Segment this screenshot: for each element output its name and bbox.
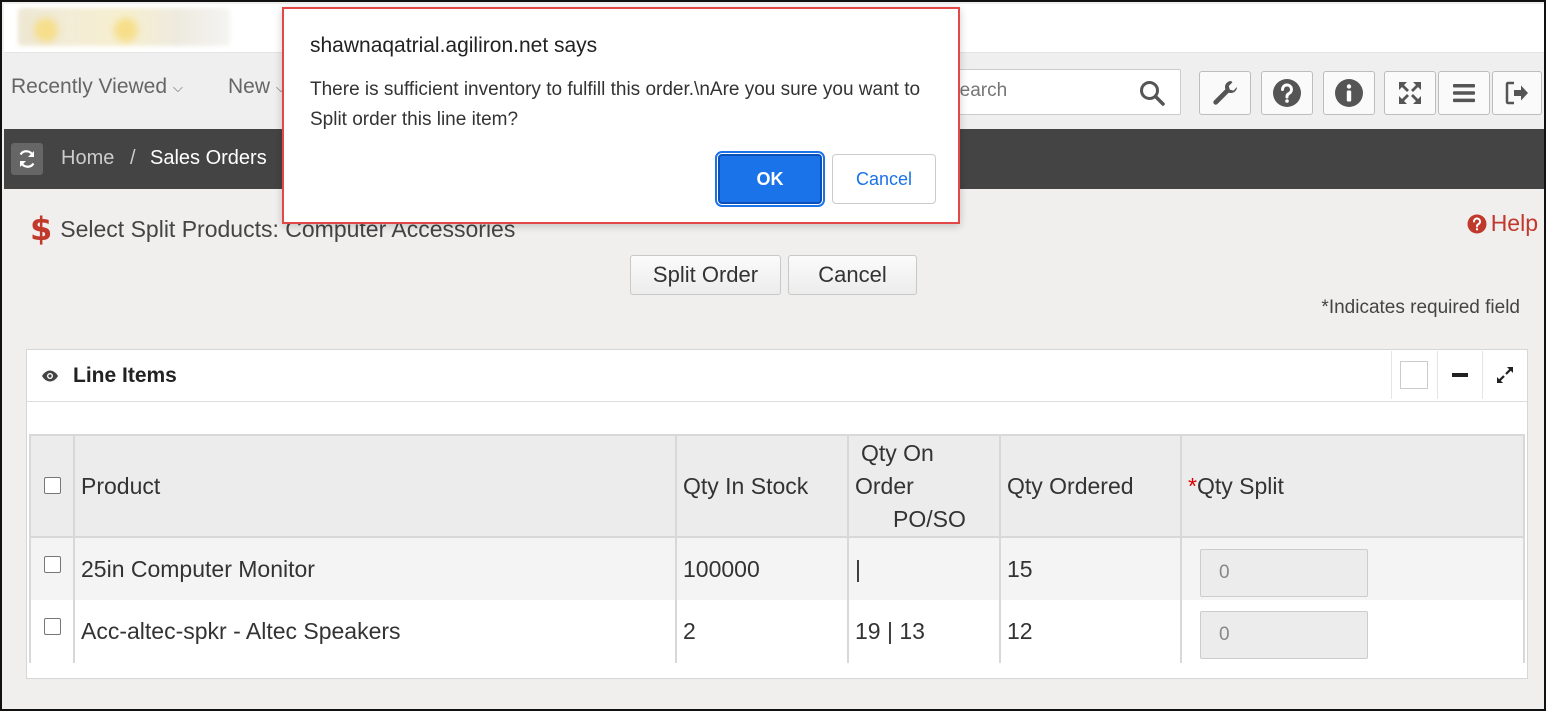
help-label: Help — [1490, 210, 1538, 236]
panel-header: Line Items — [27, 350, 1527, 402]
fullscreen-button[interactable] — [1384, 71, 1436, 115]
column-header-product: Product — [73, 435, 677, 537]
split-order-button[interactable]: Split Order — [630, 255, 781, 295]
table-row: 25in Computer Monitor 100000 | 15 — [29, 537, 1525, 600]
info-button[interactable] — [1323, 71, 1375, 115]
settings-button[interactable] — [1199, 71, 1251, 115]
search-input[interactable] — [947, 80, 1127, 102]
eye-icon[interactable] — [41, 367, 59, 385]
required-star: * — [1188, 472, 1197, 499]
required-field-note: *Indicates required field — [1321, 297, 1520, 318]
help-circle-icon — [1467, 214, 1487, 233]
column-header-qty-on-order: Qty On Order PO/SO — [847, 435, 1001, 537]
qty-on-order-line2: Order — [855, 472, 914, 499]
breadcrumb-current: Sales Orders — [150, 147, 267, 169]
product-cell: 25in Computer Monitor — [73, 537, 677, 600]
panel-title: Line Items — [73, 364, 177, 387]
help-link[interactable]: Help — [1467, 210, 1538, 237]
refresh-button[interactable] — [11, 143, 43, 175]
header-select-cell — [29, 435, 75, 537]
company-logo — [18, 8, 230, 46]
nav-new[interactable]: New ⌵ — [228, 75, 286, 99]
qty-ordered-cell: 15 — [999, 537, 1182, 600]
table-header-row: Product Qty In Stock Qty On Order PO/SO … — [29, 435, 1525, 537]
expand-icon — [1496, 367, 1513, 383]
nav-recently-viewed[interactable]: Recently Viewed ⌵ — [11, 75, 183, 99]
product-cell: Acc-altec-spkr - Altec Speakers — [73, 600, 677, 663]
select-all-checkbox[interactable] — [43, 476, 61, 494]
qty-split-label: Qty Split — [1196, 472, 1284, 499]
search-icon[interactable] — [1138, 79, 1166, 107]
nav-new-label: New — [228, 75, 271, 98]
refresh-icon — [19, 150, 35, 168]
row-checkbox[interactable] — [43, 618, 61, 635]
qty-on-order-line1: Qty On — [861, 439, 934, 466]
dialog-cancel-button[interactable]: Cancel — [832, 154, 936, 204]
qty-split-input[interactable] — [1200, 549, 1368, 597]
nav-recently-viewed-label: Recently Viewed — [11, 75, 168, 98]
panel-expand-button[interactable] — [1482, 351, 1526, 399]
column-header-qty-in-stock: Qty In Stock — [675, 435, 849, 537]
cancel-button[interactable]: Cancel — [788, 255, 917, 295]
help-button[interactable] — [1261, 71, 1313, 115]
breadcrumb-home-link[interactable]: Home — [61, 147, 114, 170]
line-items-table: Product Qty In Stock Qty On Order PO/SO … — [29, 434, 1525, 663]
column-header-qty-split: *Qty Split — [1180, 435, 1525, 537]
panel-minimize-button[interactable] — [1437, 351, 1481, 399]
chevron-down-icon: ⌵ — [173, 80, 183, 95]
qty-split-cell — [1180, 537, 1525, 600]
table-row: Acc-altec-spkr - Altec Speakers 2 19 | 1… — [29, 600, 1525, 663]
sign-out-icon — [1505, 81, 1528, 105]
app-window: Recently Viewed ⌵ New ⌵ Search Home / Sa… — [0, 0, 1546, 711]
info-circle-icon — [1335, 79, 1363, 107]
menu-button[interactable] — [1438, 71, 1490, 115]
breadcrumb-separator: / — [130, 147, 136, 169]
qty-on-order-cell: 19 | 13 — [847, 600, 1001, 663]
row-checkbox[interactable] — [43, 556, 61, 573]
question-circle-icon — [1273, 79, 1301, 107]
panel-checkbox-control[interactable] — [1391, 351, 1435, 399]
row-select-cell — [29, 600, 75, 663]
row-select-cell — [29, 537, 75, 600]
qty-on-order-cell: | — [847, 537, 1001, 600]
qty-on-order-line3: PO/SO — [893, 505, 966, 532]
hamburger-menu-icon — [1453, 84, 1475, 103]
column-header-qty-ordered: Qty Ordered — [999, 435, 1182, 537]
line-items-panel: Line Items Product Qty In Stock Qty On O… — [26, 349, 1528, 679]
dialog-title: shawnaqatrial.agiliron.net says — [310, 34, 598, 57]
logout-button[interactable] — [1492, 71, 1542, 115]
qty-in-stock-cell: 100000 — [675, 537, 849, 600]
dialog-ok-button[interactable]: OK — [715, 151, 825, 207]
qty-ordered-cell: 12 — [999, 600, 1182, 663]
dialog-message: There is sufficient inventory to fulfill… — [310, 79, 921, 130]
confirm-dialog: shawnaqatrial.agiliron.net says There is… — [282, 7, 960, 224]
wrench-icon — [1213, 80, 1237, 105]
qty-split-cell — [1180, 600, 1525, 663]
qty-split-input[interactable] — [1200, 611, 1368, 659]
qty-in-stock-cell: 2 — [675, 600, 849, 663]
panel-select-box[interactable] — [1399, 361, 1428, 389]
expand-arrows-icon — [1399, 82, 1421, 104]
dollar-icon: $ — [30, 210, 53, 248]
minus-icon — [1451, 373, 1468, 377]
